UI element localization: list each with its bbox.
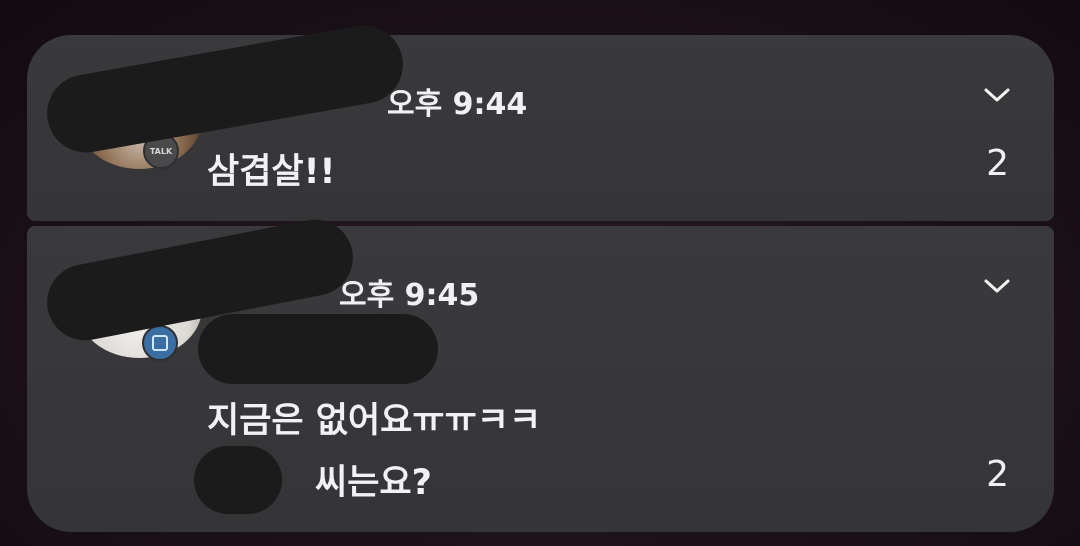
notification-time: 오후 9:44 — [387, 87, 528, 122]
notification-message: 씨는요? — [315, 463, 432, 503]
notification-message: 삼겹살!! — [207, 152, 336, 192]
redaction-mark — [194, 446, 282, 514]
redaction-mark — [198, 314, 438, 384]
notification-message: 지금은 없어요ㅠㅠㅋㅋ — [207, 401, 542, 441]
unread-count: 2 — [986, 143, 1009, 184]
notification-time: 오후 9:45 — [339, 278, 480, 313]
chevron-down-icon[interactable] — [982, 276, 1012, 296]
unread-count: 2 — [986, 454, 1009, 495]
chevron-down-icon[interactable] — [982, 85, 1012, 105]
badge-square — [152, 335, 168, 351]
app-badge-icon — [142, 325, 178, 361]
app-badge-label: TALK — [149, 146, 173, 156]
